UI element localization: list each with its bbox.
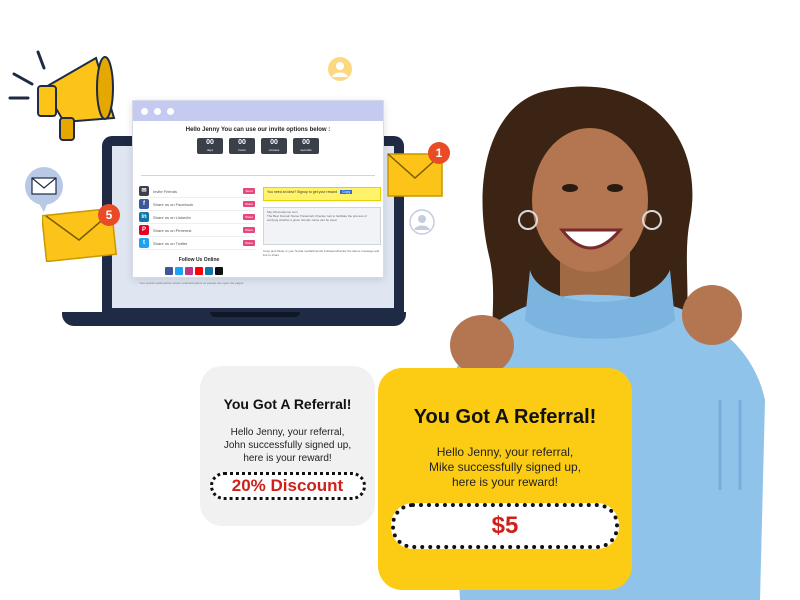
referral-card-cash: You Got A Referral! Hello Jenny, your re… xyxy=(378,368,632,590)
share-label: Share us on Pinterest xyxy=(153,227,192,233)
share-pinterest-button[interactable]: Share xyxy=(243,227,255,233)
browser-title-bar xyxy=(133,101,383,121)
divider xyxy=(141,175,375,176)
timer-hours: 00 hours xyxy=(229,138,255,154)
timer-minutes: 00 minutes xyxy=(261,138,287,154)
message-text: The Best Domain Name Trademark Checker t… xyxy=(267,214,367,222)
referral-line: here is your reward! xyxy=(243,453,332,464)
referral-line: Mike successfully signed up, xyxy=(428,460,582,474)
notification-badge: 5 xyxy=(98,204,120,226)
share-facebook-button[interactable]: Share xyxy=(243,201,255,207)
message-footer: Copy and Paste in your Social media/Frie… xyxy=(263,249,380,257)
referral-line: Hello Jenny, your referral, xyxy=(436,445,574,459)
share-linkedin-button[interactable]: Share xyxy=(243,214,255,220)
megaphone-icon xyxy=(8,50,116,141)
share-label: Share us on LinkedIn xyxy=(153,214,191,220)
youtube-icon[interactable] xyxy=(195,267,203,275)
laptop-notch xyxy=(210,312,300,317)
referral-line: Hello Jenny, your referral, xyxy=(230,427,345,438)
github-icon[interactable] xyxy=(215,267,223,275)
pinterest-icon: P xyxy=(139,225,149,235)
foot-note: Your social media will be shown referral… xyxy=(139,281,245,285)
referral-line: here is your reward! xyxy=(451,475,559,489)
send-button[interactable]: Send xyxy=(243,188,255,194)
linkedin-icon: in xyxy=(139,212,149,222)
referral-message: Hello Jenny, your referral, John success… xyxy=(200,426,375,465)
share-twitter-button[interactable]: Share xyxy=(243,240,255,246)
referral-line: John successfully signed up, xyxy=(223,440,352,451)
follow-us-title: Follow Us Online xyxy=(178,257,220,263)
share-row-pinterest: P Share us on Pinterest Share xyxy=(139,224,255,237)
referral-card-discount: You Got A Referral! Hello Jenny, your re… xyxy=(200,366,375,526)
twitter-icon: t xyxy=(139,238,149,248)
share-row-facebook: f Share us on Facebook Share xyxy=(139,198,255,211)
reward-coupon: 20% Discount xyxy=(209,472,366,500)
invite-icon: ✉ xyxy=(139,186,149,196)
facebook-icon: f xyxy=(139,199,149,209)
twitter-icon[interactable] xyxy=(175,267,183,275)
message-textarea[interactable]: http://driverdemon.com The Best Domain N… xyxy=(263,207,381,245)
copy-button[interactable]: Copy xyxy=(340,190,353,194)
share-row-twitter: t Share us on Twitter Share xyxy=(139,237,255,250)
timer-days: 00 days xyxy=(197,138,223,154)
share-label: Share us on Facebook xyxy=(153,201,194,207)
browser-content: Hello Jenny You can use our invite optio… xyxy=(133,121,383,285)
share-options-list: ✉ Invite Friends Send f Share us on Face… xyxy=(139,185,255,250)
user-avatar-icon xyxy=(328,57,352,81)
window-dot[interactable] xyxy=(154,107,161,115)
window-dot[interactable] xyxy=(167,107,174,115)
share-row-linkedin: in Share us on LinkedIn Share xyxy=(139,211,255,224)
social-icons xyxy=(165,267,223,275)
linkedin-icon[interactable] xyxy=(205,267,213,275)
referral-title: You Got A Referral! xyxy=(223,396,352,412)
invite-title: Hello Jenny You can use our invite optio… xyxy=(185,127,331,133)
countdown-timer: 00 days 00 hours 00 minutes 00 seconds xyxy=(139,138,377,154)
browser-window: Hello Jenny You can use our invite optio… xyxy=(132,100,384,285)
reward-coupon: $5 xyxy=(391,503,619,549)
facebook-icon[interactable] xyxy=(165,267,173,275)
share-row-invite: ✉ Invite Friends Send xyxy=(139,185,255,198)
share-label: Share us on Twitter xyxy=(153,240,188,246)
share-label: Invite Friends xyxy=(153,188,178,194)
instagram-icon[interactable] xyxy=(185,267,193,275)
window-dot[interactable] xyxy=(141,107,148,115)
timer-seconds: 00 seconds xyxy=(293,138,319,154)
referral-message: Hello Jenny, your referral, Mike success… xyxy=(378,445,632,490)
message-highlight-text: You need an idea? Signup to get your rew… xyxy=(267,190,338,194)
referral-title: You Got A Referral! xyxy=(413,406,597,428)
message-highlight: You need an idea? Signup to get your rew… xyxy=(263,187,381,201)
